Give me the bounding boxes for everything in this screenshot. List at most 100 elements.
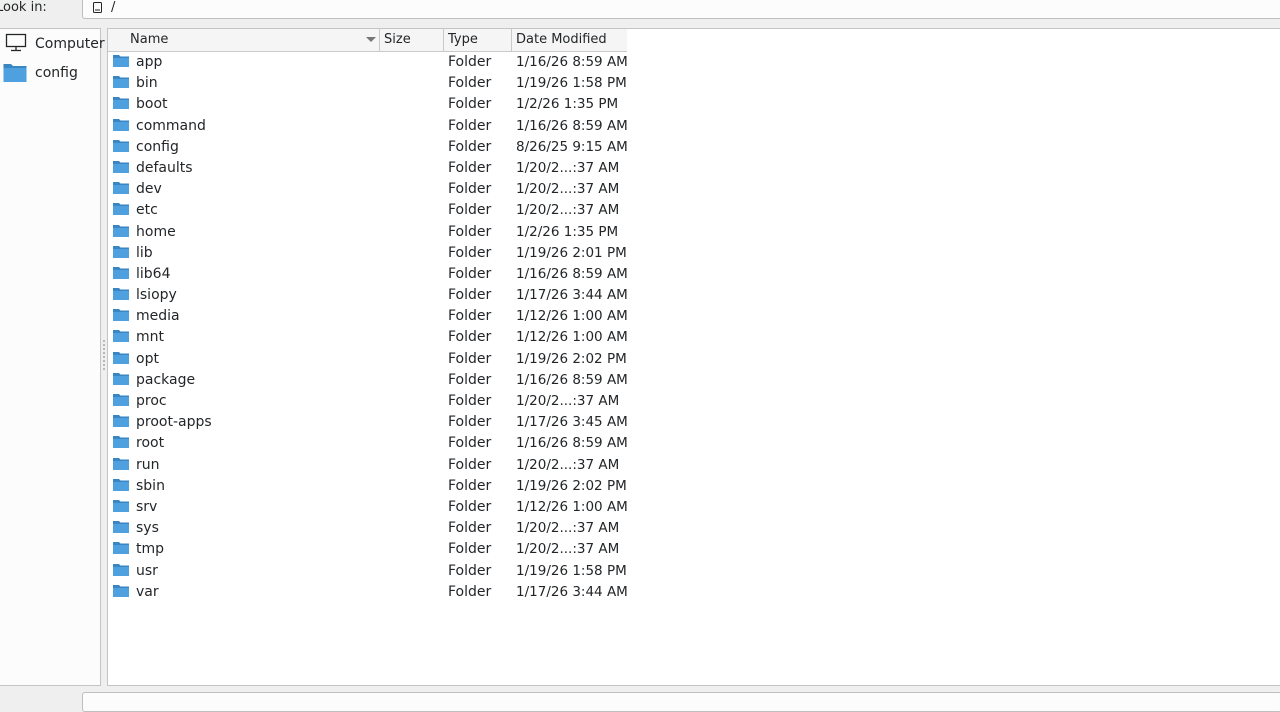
file-date-modified: 1/12/26 1:00 AM [516,329,628,346]
file-date-modified: 1/12/26 1:00 AM [516,308,628,325]
file-type: Folder [448,350,492,367]
file-type: Folder [448,456,492,473]
computer-icon [5,33,27,52]
file-date-modified: 1/17/26 3:45 AM [516,414,628,431]
file-name: boot [136,96,168,113]
splitter-handle[interactable] [103,340,105,370]
table-row[interactable]: config Folder 8/26/25 9:15 AM [108,137,708,158]
file-date-modified: 1/20/2...:37 AM [516,393,620,409]
file-date-modified: 1/2/26 1:35 PM [516,96,619,113]
file-name: media [136,308,180,325]
column-header-type[interactable]: Type [444,29,512,51]
table-row[interactable]: lsiopy Folder 1/17/26 3:44 AM [108,285,708,306]
folder-icon [113,309,129,322]
folder-icon [113,478,129,491]
path-combobox[interactable]: / [82,0,1280,19]
file-type: Folder [448,75,492,92]
folder-icon [113,160,129,173]
file-name: package [136,371,196,388]
folder-icon [113,351,129,364]
file-type: Folder [448,223,492,240]
table-row[interactable]: boot Folder 1/2/26 1:35 PM [108,94,708,115]
folder-icon [113,372,129,385]
table-row[interactable]: srv Folder 1/12/26 1:00 AM [108,497,708,518]
file-name: bin [136,75,158,92]
table-row[interactable]: lib Folder 1/19/26 2:01 PM [108,243,708,264]
file-name: lsiopy [136,287,177,304]
file-type: Folder [448,96,492,113]
file-type: Folder [448,435,492,452]
table-row[interactable]: root Folder 1/16/26 8:59 AM [108,433,708,454]
sidebar-item-config[interactable]: config [0,60,100,86]
file-name: run [136,456,160,473]
file-type: Folder [448,308,492,325]
column-header: Name Size Type Date Modified [108,29,627,52]
table-row[interactable]: command Folder 1/16/26 8:59 AM [108,116,708,137]
table-row[interactable]: lib64 Folder 1/16/26 8:59 AM [108,264,708,285]
table-row[interactable]: opt Folder 1/19/26 2:02 PM [108,349,708,370]
file-date-modified: 1/17/26 3:44 AM [516,287,628,304]
filename-field[interactable] [82,692,1280,712]
file-type: Folder [448,393,492,409]
file-name: home [136,223,176,240]
folder-icon [113,521,129,534]
file-date-modified: 1/20/2...:37 AM [516,202,620,219]
folder-icon [113,118,129,131]
table-row[interactable]: dev Folder 1/20/2...:37 AM [108,179,708,200]
file-name: root [136,435,165,452]
table-row[interactable]: sys Folder 1/20/2...:37 AM [108,518,708,539]
column-header-name[interactable]: Name [108,29,380,51]
table-row[interactable]: defaults Folder 1/20/2...:37 AM [108,158,708,179]
folder-icon [113,182,129,195]
folder-icon [113,266,129,279]
table-row[interactable]: bin Folder 1/19/26 1:58 PM [108,73,708,94]
drive-icon [93,2,102,13]
folder-icon [113,542,129,555]
file-name: command [136,117,206,134]
file-name: var [136,583,159,600]
table-row[interactable]: usr Folder 1/19/26 1:58 PM [108,561,708,582]
column-header-date-modified[interactable]: Date Modified [512,29,627,51]
file-name: opt [136,350,159,367]
table-row[interactable]: mnt Folder 1/12/26 1:00 AM [108,327,708,348]
table-row[interactable]: proot-apps Folder 1/17/26 3:45 AM [108,412,708,433]
table-row[interactable]: run Folder 1/20/2...:37 AM [108,455,708,476]
table-row[interactable]: sbin Folder 1/19/26 2:02 PM [108,476,708,497]
file-date-modified: 1/20/2...:37 AM [516,520,620,537]
table-row[interactable]: package Folder 1/16/26 8:59 AM [108,370,708,391]
file-name: lib64 [136,265,171,282]
table-row[interactable]: proc Folder 1/20/2...:37 AM [108,391,708,412]
column-header-label: Name [130,32,169,47]
folder-icon [113,436,129,449]
file-date-modified: 1/16/26 8:59 AM [516,371,628,388]
file-rows: app Folder 1/16/26 8:59 AM bin Folder 1/19/26… [108,52,708,603]
table-row[interactable]: var Folder 1/17/26 3:44 AM [108,582,708,603]
table-row[interactable]: etc Folder 1/20/2...:37 AM [108,200,708,221]
file-list-view[interactable]: Name Size Type Date Modified app Folder 1/… [107,28,1280,686]
folder-icon [113,139,129,152]
sidebar-item-computer[interactable]: Computer [0,31,105,57]
file-type: Folder [448,54,492,70]
table-row[interactable]: app Folder 1/16/26 8:59 AM [108,52,708,73]
sidebar-item-label: Computer [35,36,105,52]
file-date-modified: 1/16/26 8:59 AM [516,435,628,452]
folder-icon [113,224,129,237]
folder-icon [113,394,129,406]
column-header-size[interactable]: Size [380,29,444,51]
file-date-modified: 1/17/26 3:44 AM [516,583,628,600]
file-type: Folder [448,265,492,282]
folder-icon [113,55,129,67]
table-row[interactable]: home Folder 1/2/26 1:35 PM [108,222,708,243]
file-name: sys [136,520,159,537]
file-name: dev [136,181,162,198]
file-type: Folder [448,541,492,558]
file-date-modified: 1/12/26 1:00 AM [516,498,628,515]
file-name: etc [136,202,158,219]
table-row[interactable]: tmp Folder 1/20/2...:37 AM [108,539,708,560]
table-row[interactable]: media Folder 1/12/26 1:00 AM [108,306,708,327]
file-type: Folder [448,583,492,600]
folder-icon [113,499,129,512]
folder-icon [113,245,129,258]
file-type: Folder [448,244,492,261]
file-date-modified: 1/19/26 2:02 PM [516,350,627,367]
